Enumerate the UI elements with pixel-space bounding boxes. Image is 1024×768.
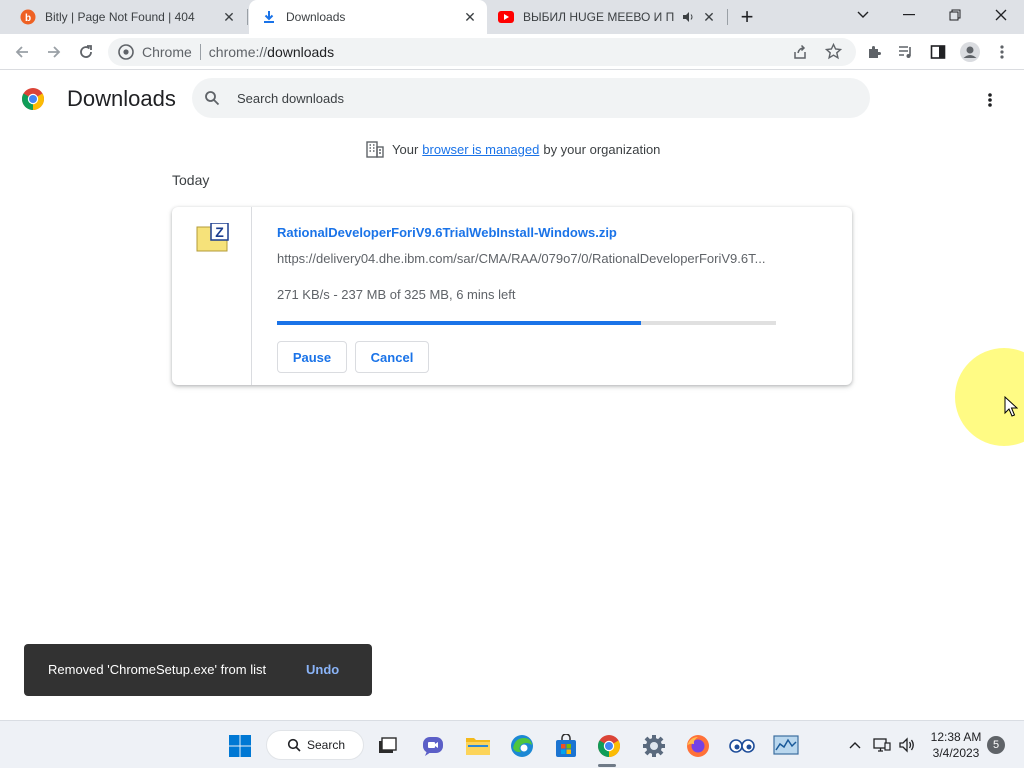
browser-managed-link[interactable]: browser is managed <box>422 142 539 157</box>
downloads-header: Downloads Search downloads <box>0 71 1024 127</box>
tab-downloads[interactable]: Downloads ✕ <box>249 0 487 34</box>
browser-toolbar: Chrome chrome://downloads <box>0 34 1024 70</box>
close-tab-icon[interactable]: ✕ <box>700 8 718 26</box>
managed-suffix: by your organization <box>543 141 661 157</box>
youtube-favicon-icon <box>498 9 514 25</box>
search-icon <box>204 90 220 106</box>
close-tab-icon[interactable]: ✕ <box>220 8 238 26</box>
close-tab-icon[interactable]: ✕ <box>461 8 479 26</box>
download-progress-bar <box>277 321 776 325</box>
file-name-link[interactable]: RationalDeveloperForiV9.6TrialWebInstall… <box>277 225 617 240</box>
performance-monitor-icon[interactable] <box>773 733 799 759</box>
removed-toast: Removed 'ChromeSetup.exe' from list Undo <box>24 644 372 696</box>
undo-button[interactable]: Undo <box>306 662 339 677</box>
search-downloads-field[interactable]: Search downloads <box>192 78 870 118</box>
building-icon <box>366 140 384 158</box>
tab-separator <box>247 9 248 25</box>
tab-title: Downloads <box>286 10 346 24</box>
page-title: Downloads <box>67 86 176 111</box>
chrome-page-icon <box>118 44 134 63</box>
zip-file-icon: Z <box>196 222 230 253</box>
back-button[interactable] <box>8 38 36 66</box>
download-item-card: Z RationalDeveloperForiV9.6TrialWebInsta… <box>172 207 852 385</box>
microsoft-store-icon[interactable] <box>553 733 579 759</box>
tab-strip: b Bitly | Page Not Found | 404 ✕ Downloa… <box>0 0 1024 34</box>
media-controls-icon[interactable] <box>892 38 920 66</box>
side-panel-icon[interactable] <box>924 38 952 66</box>
file-explorer-icon[interactable] <box>465 733 491 759</box>
date-section-label: Today <box>172 172 210 188</box>
edge-browser-icon[interactable] <box>509 733 535 759</box>
chrome-logo-icon <box>21 87 45 111</box>
tab-title: ВЫБИЛ HUGE МЕЕВО И ПР <box>523 10 674 24</box>
download-progress-fill <box>277 321 641 325</box>
new-tab-button[interactable]: + <box>726 2 768 32</box>
forward-button[interactable] <box>40 38 68 66</box>
search-icon <box>287 738 301 752</box>
download-status: 271 KB/s - 237 MB of 325 MB, 6 mins left <box>277 287 516 302</box>
pause-button[interactable]: Pause <box>277 341 347 373</box>
tab-bitly[interactable]: b Bitly | Page Not Found | 404 ✕ <box>10 0 246 34</box>
omnibox-divider <box>199 44 201 60</box>
show-hidden-icons-chevron[interactable] <box>844 735 866 755</box>
eyes-app-icon[interactable] <box>729 733 755 759</box>
address-bar[interactable]: Chrome chrome://downloads <box>108 38 856 66</box>
windows-start-icon[interactable] <box>227 733 253 759</box>
task-view-icon[interactable] <box>374 733 400 759</box>
profile-avatar-icon[interactable] <box>956 38 984 66</box>
more-actions-icon[interactable] <box>978 88 1002 112</box>
minimize-button[interactable] <box>886 0 932 30</box>
reload-button[interactable] <box>72 38 100 66</box>
taskbar-search-label: Search <box>307 738 346 752</box>
tab-search-icon[interactable] <box>840 0 886 30</box>
close-window-button[interactable] <box>978 0 1024 30</box>
bookmark-star-icon[interactable] <box>824 42 843 63</box>
mouse-pointer-icon <box>1004 395 1019 418</box>
tab-youtube[interactable]: ВЫБИЛ HUGE МЕЕВО И ПР ✕ <box>488 0 726 34</box>
bitly-favicon-icon: b <box>20 9 36 25</box>
search-placeholder: Search downloads <box>237 91 344 106</box>
managed-prefix: Your <box>392 141 419 157</box>
network-icon[interactable] <box>871 735 893 755</box>
share-icon[interactable] <box>792 44 808 63</box>
managed-notice: Your browser is managed by your organiza… <box>366 140 660 158</box>
svg-text:b: b <box>25 13 31 24</box>
firefox-icon[interactable] <box>685 733 711 759</box>
notification-badge[interactable]: 5 <box>987 736 1005 754</box>
extensions-puzzle-icon[interactable] <box>860 38 888 66</box>
url-text[interactable]: chrome://downloads <box>209 44 334 60</box>
chrome-menu-icon[interactable] <box>988 38 1016 66</box>
chrome-active-indicator <box>598 764 616 767</box>
volume-icon[interactable] <box>896 735 918 755</box>
settings-gear-icon[interactable] <box>641 733 667 759</box>
cancel-button[interactable]: Cancel <box>355 341 429 373</box>
windows-taskbar: Search 12:38 AM 3/4/2023 5 <box>0 720 1024 768</box>
file-icon-column: Z <box>172 207 252 385</box>
restore-button[interactable] <box>932 0 978 30</box>
chrome-taskbar-icon[interactable] <box>596 733 622 759</box>
download-favicon-icon <box>261 9 277 25</box>
site-label: Chrome <box>142 44 192 60</box>
svg-text:Z: Z <box>215 224 224 240</box>
system-clock[interactable]: 12:38 AM 3/4/2023 <box>926 729 986 761</box>
audio-playing-icon[interactable] <box>680 9 696 25</box>
teams-chat-icon[interactable] <box>420 733 446 759</box>
toast-message: Removed 'ChromeSetup.exe' from list <box>48 662 267 677</box>
clock-time: 12:38 AM <box>930 730 982 744</box>
taskbar-search-button[interactable]: Search <box>266 730 364 760</box>
source-url-link[interactable]: https://delivery04.dhe.ibm.com/sar/CMA/R… <box>277 251 777 266</box>
tab-title: Bitly | Page Not Found | 404 <box>45 10 195 24</box>
clock-date: 3/4/2023 <box>932 746 980 760</box>
